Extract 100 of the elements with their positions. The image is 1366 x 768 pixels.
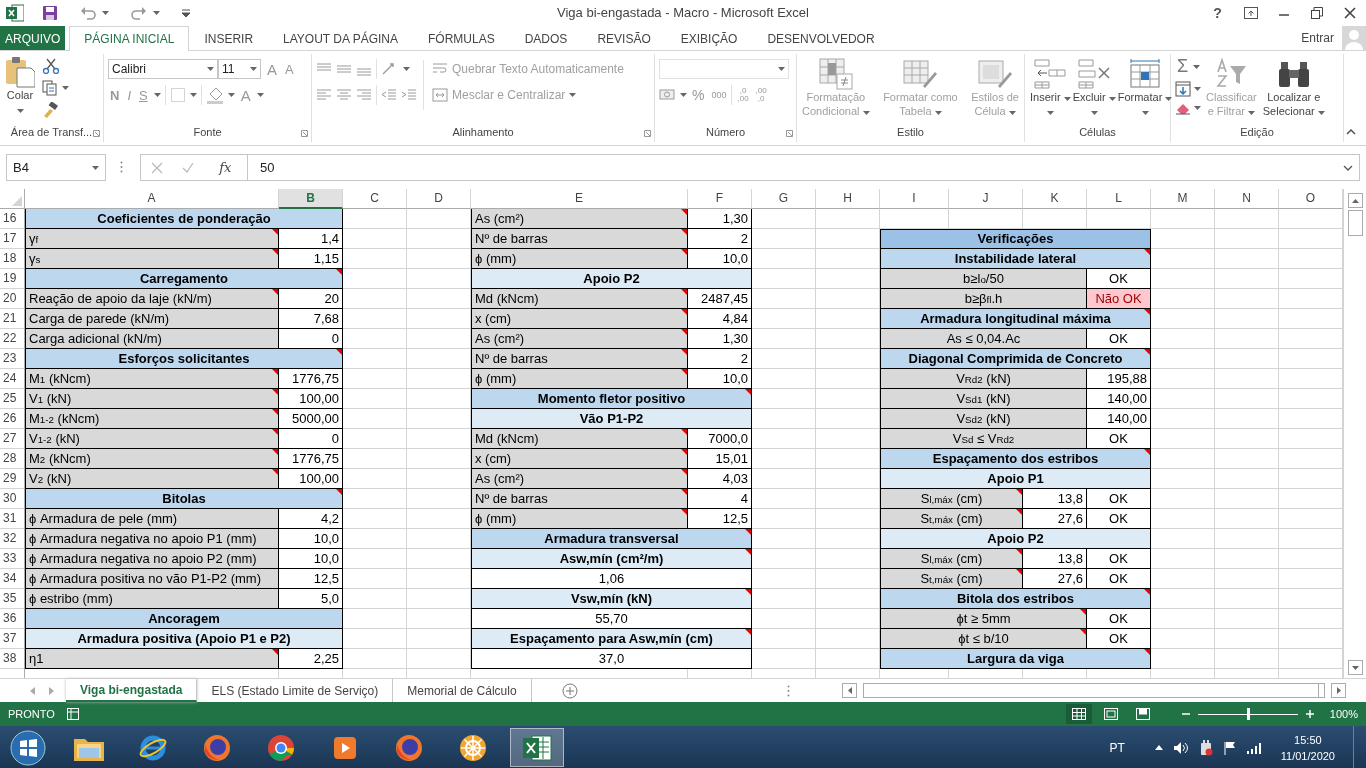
- row-number[interactable]: 20: [0, 289, 25, 309]
- cell-value: 2,25: [313, 651, 339, 666]
- status-text: OK: [1109, 571, 1128, 586]
- row-label: As (cm²): [475, 331, 525, 346]
- cell-value: 5,0: [320, 591, 339, 606]
- sign-in-link[interactable]: Entrar: [1301, 30, 1334, 45]
- scroll-up-button[interactable]: [1347, 193, 1363, 208]
- cell-value: 1,15: [313, 251, 339, 266]
- row-number[interactable]: 37: [0, 629, 25, 649]
- formula-field[interactable]: 50: [248, 154, 1360, 181]
- expand-icon[interactable]: [1343, 164, 1353, 171]
- fill-down-icon[interactable]: [1175, 81, 1191, 97]
- redo-icon[interactable]: [131, 5, 147, 20]
- row-number[interactable]: 27: [0, 429, 25, 449]
- zoom-level[interactable]: 100%: [1320, 708, 1358, 720]
- signal-icon[interactable]: [1246, 741, 1263, 754]
- view-button[interactable]: [1066, 704, 1092, 724]
- cells-button[interactable]: Inserir: [1029, 56, 1072, 126]
- eraser-icon[interactable]: [1175, 101, 1191, 115]
- caret-icon: [778, 67, 785, 71]
- row-number[interactable]: 16: [0, 209, 25, 229]
- collapse-ribbon-icon[interactable]: [1346, 129, 1356, 135]
- row-number[interactable]: 19: [0, 269, 25, 289]
- taskbar-button[interactable]: [510, 728, 564, 767]
- caret-icon: [1165, 97, 1173, 101]
- font-family-field[interactable]: Calibri: [108, 59, 218, 79]
- caret-icon: [1008, 111, 1016, 115]
- cell-value: 1,06: [598, 571, 625, 586]
- row-number[interactable]: 34: [0, 569, 25, 589]
- ribbon-display-icon[interactable]: [1243, 6, 1258, 19]
- row-number[interactable]: 33: [0, 549, 25, 569]
- row-label: Nº de barras: [475, 231, 548, 246]
- scroll-thumb[interactable]: [1347, 210, 1363, 236]
- number-format-field[interactable]: [659, 59, 789, 79]
- close-icon[interactable]: [1343, 6, 1356, 19]
- row-number[interactable]: 35: [0, 589, 25, 609]
- save-icon[interactable]: [42, 4, 58, 21]
- flag-icon[interactable]: [1222, 740, 1237, 755]
- file-tab[interactable]: ARQUIVO: [0, 26, 66, 50]
- insert-function-button[interactable]: fx: [213, 159, 238, 176]
- scroll-right-button[interactable]: [1331, 683, 1346, 698]
- dialog-launcher-icon[interactable]: [786, 130, 793, 137]
- splitter-icon[interactable]: [787, 684, 790, 697]
- language-indicator[interactable]: PT: [1109, 740, 1125, 755]
- font-size-field[interactable]: 11: [218, 59, 261, 79]
- row-number[interactable]: 31: [0, 509, 25, 529]
- cells-button[interactable]: Excluir: [1071, 56, 1117, 126]
- row-number[interactable]: 24: [0, 369, 25, 389]
- group-label: Edição: [1240, 126, 1274, 138]
- next-sheet-icon[interactable]: [49, 686, 54, 695]
- cell-value: 37,0: [598, 651, 625, 666]
- tray-arrow-icon[interactable]: [1154, 745, 1163, 750]
- row-number[interactable]: 29: [0, 469, 25, 489]
- row-number[interactable]: 30: [0, 489, 25, 509]
- autosum-button[interactable]: Σ: [1175, 56, 1191, 77]
- help-button[interactable]: ?: [1201, 0, 1234, 25]
- name-box[interactable]: B4: [6, 154, 106, 181]
- subsection-title: Espaçamento para Asw,mín (cm): [510, 631, 713, 646]
- cut-icon[interactable]: [42, 58, 60, 74]
- row-number[interactable]: 25: [0, 389, 25, 409]
- zoom-in-icon[interactable]: [1306, 710, 1314, 718]
- fill-color-icon[interactable]: [205, 86, 224, 104]
- dialog-launcher-icon[interactable]: [93, 130, 100, 137]
- scroll-down-button[interactable]: [1347, 660, 1363, 675]
- previous-sheet-icon[interactable]: [30, 686, 35, 695]
- row-number[interactable]: 18: [0, 249, 25, 269]
- zoom-thumb[interactable]: [1247, 708, 1250, 720]
- scroll-left-button[interactable]: [842, 683, 857, 698]
- speaker-icon[interactable]: [1172, 740, 1189, 755]
- clock-date[interactable]: 11/01/2020: [1280, 747, 1335, 764]
- zoom-out-icon[interactable]: [1182, 710, 1190, 718]
- copy-icon[interactable]: [42, 80, 58, 96]
- restore-icon[interactable]: [1310, 6, 1323, 19]
- row-number[interactable]: 23: [0, 349, 25, 369]
- power-icon[interactable]: [1198, 739, 1213, 756]
- dialog-launcher-icon[interactable]: [644, 130, 651, 137]
- cells-button[interactable]: Formatar: [1116, 56, 1174, 126]
- row-label: ϕt ≤ b/10: [958, 631, 1009, 646]
- row-number[interactable]: 21: [0, 309, 25, 329]
- column-header[interactable]: B: [279, 189, 343, 209]
- customize-icon[interactable]: [182, 8, 190, 17]
- row-number[interactable]: 26: [0, 409, 25, 429]
- macro-record-icon[interactable]: [66, 708, 79, 720]
- row-number[interactable]: 32: [0, 529, 25, 549]
- row-number[interactable]: 22: [0, 329, 25, 349]
- dialog-launcher-icon[interactable]: [301, 130, 308, 137]
- caret-icon: [934, 111, 942, 115]
- sheet-tab[interactable]: Viga bi-engastada: [66, 679, 198, 702]
- row-number[interactable]: 17: [0, 229, 25, 249]
- row-number[interactable]: 36: [0, 609, 25, 629]
- add-sheet-icon[interactable]: [561, 682, 578, 699]
- ribbon-tab[interactable]: PÁGINA INICIAL: [69, 26, 190, 51]
- row-label: Md (kNcm): [475, 431, 539, 446]
- editing-button[interactable]: Localizar e Selecionar: [1261, 56, 1326, 126]
- clock-time[interactable]: 15:50: [1294, 731, 1322, 748]
- format-painter-icon[interactable]: [42, 102, 58, 118]
- undo-icon[interactable]: [80, 5, 96, 20]
- row-number[interactable]: 28: [0, 449, 25, 469]
- paste-button[interactable]: Colar: [4, 54, 36, 126]
- row-number[interactable]: 38: [0, 649, 25, 669]
